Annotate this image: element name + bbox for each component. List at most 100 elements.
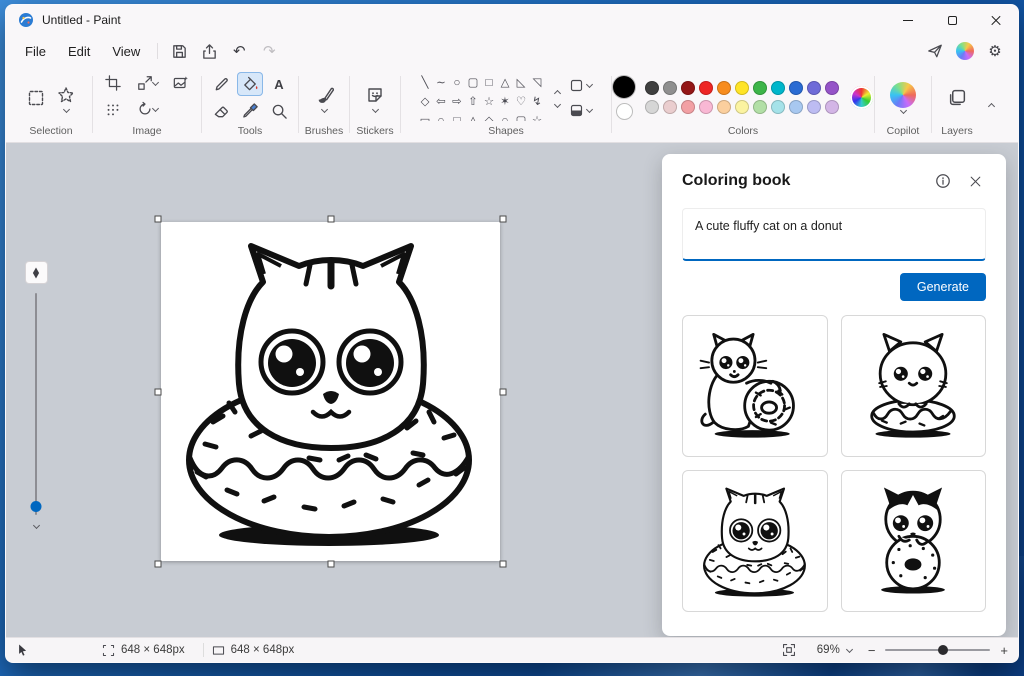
color-swatch[interactable] — [645, 100, 659, 114]
rotate-button[interactable] — [130, 97, 164, 121]
color-swatch[interactable] — [645, 81, 659, 95]
account-button[interactable] — [950, 38, 980, 64]
fill-tool-button[interactable] — [237, 72, 263, 96]
info-button[interactable] — [932, 170, 954, 192]
shape-option[interactable]: ▢ — [468, 78, 479, 90]
color-swatch[interactable] — [699, 81, 713, 95]
pencil-tool-button[interactable] — [208, 72, 234, 96]
generated-thumbnail-3[interactable] — [682, 470, 828, 612]
shape-option[interactable]: ○ — [454, 78, 461, 90]
selection-handle[interactable] — [327, 560, 334, 568]
generated-thumbnail-2[interactable] — [840, 315, 986, 457]
color-swatch[interactable] — [717, 100, 731, 114]
color-swatch[interactable] — [771, 100, 785, 114]
shape-option[interactable]: ▭ — [420, 116, 431, 121]
eraser-tool-button[interactable] — [208, 99, 234, 123]
shape-option[interactable]: ╲ — [422, 78, 429, 90]
undo-button[interactable]: ↶ — [224, 38, 254, 64]
color-swatch[interactable] — [753, 100, 767, 114]
layers-button[interactable] — [944, 86, 970, 110]
save-button[interactable] — [164, 38, 194, 64]
brushes-button[interactable] — [311, 83, 337, 107]
color-swatch[interactable] — [735, 81, 749, 95]
color-swatch[interactable] — [717, 81, 731, 95]
shape-option[interactable]: ⇨ — [452, 97, 462, 109]
close-button[interactable] — [974, 5, 1018, 35]
background-remove-button[interactable] — [168, 71, 194, 95]
zoom-in-button[interactable]: + — [1000, 643, 1008, 658]
color-swatch[interactable] — [681, 81, 695, 95]
shape-option[interactable]: △ — [469, 116, 478, 121]
shape-option[interactable]: ☆ — [532, 116, 542, 121]
ribbon-collapse-button[interactable] — [982, 94, 1000, 116]
shape-option[interactable]: ↯ — [532, 97, 542, 109]
color-swatch[interactable] — [699, 100, 713, 114]
redo-button[interactable]: ↷ — [254, 38, 284, 64]
color-swatch[interactable] — [789, 81, 803, 95]
shape-option[interactable]: ◹ — [533, 78, 542, 90]
zoom-level-dropdown[interactable]: 69% — [811, 642, 858, 658]
shape-option[interactable]: ◇ — [485, 116, 494, 121]
shape-option[interactable]: ⇧ — [468, 97, 478, 109]
background-color[interactable] — [615, 102, 633, 120]
shapes-scroll-up-icon[interactable] — [553, 89, 562, 98]
shapes-scrollbar[interactable] — [553, 88, 562, 109]
shapes-scroll-down-icon[interactable] — [553, 100, 562, 109]
selection-handle[interactable] — [154, 560, 162, 568]
menu-view[interactable]: View — [101, 39, 151, 64]
fit-to-screen-button[interactable] — [777, 640, 801, 660]
selection-handle[interactable] — [499, 560, 507, 568]
generated-thumbnail-1[interactable] — [682, 315, 828, 457]
selection-handle[interactable] — [154, 215, 162, 223]
shape-option[interactable]: △ — [501, 78, 510, 90]
shape-option[interactable]: ▢ — [516, 116, 527, 121]
color-swatch[interactable] — [807, 100, 821, 114]
color-swatch[interactable] — [789, 100, 803, 114]
color-swatch[interactable] — [771, 81, 785, 95]
color-swatch[interactable] — [825, 81, 839, 95]
color-swatch[interactable] — [663, 81, 677, 95]
menu-edit[interactable]: Edit — [57, 39, 101, 64]
foreground-color[interactable] — [613, 75, 635, 98]
shape-fill-button[interactable] — [566, 101, 595, 120]
shape-outline-button[interactable] — [566, 76, 595, 95]
copilot-button[interactable] — [890, 82, 916, 108]
color-wheel-button[interactable] — [850, 86, 873, 109]
size-slider-thumb[interactable] — [30, 501, 42, 512]
canvas[interactable] — [161, 222, 500, 561]
stickers-button[interactable] — [362, 83, 388, 107]
shape-option[interactable]: ✶ — [500, 97, 510, 109]
magnifier-tool-button[interactable] — [266, 99, 292, 123]
color-swatch[interactable] — [825, 100, 839, 114]
zoom-out-button[interactable]: − — [868, 643, 876, 658]
selection-handle[interactable] — [327, 215, 334, 223]
color-swatch[interactable] — [735, 100, 749, 114]
shape-option[interactable]: ○ — [438, 116, 445, 121]
menu-file[interactable]: File — [14, 39, 57, 64]
shape-option[interactable]: ◺ — [517, 78, 526, 90]
settings-button[interactable]: ⚙ — [980, 38, 1010, 64]
selection-handle[interactable] — [499, 215, 507, 223]
shape-option[interactable]: ○ — [502, 116, 509, 121]
share-button[interactable] — [194, 38, 224, 64]
color-picker-tool-button[interactable] — [237, 99, 263, 123]
generated-thumbnail-4[interactable] — [840, 470, 986, 612]
selection-dropdown-chevron-icon[interactable] — [62, 105, 70, 114]
zoom-slider[interactable] — [885, 645, 991, 655]
shape-option[interactable]: ⇦ — [436, 97, 446, 109]
shape-option[interactable]: ∼ — [436, 78, 446, 90]
zoom-slider-thumb[interactable] — [938, 645, 949, 655]
shape-option[interactable]: ♡ — [516, 97, 526, 109]
free-select-button[interactable] — [53, 83, 79, 107]
panel-close-button[interactable] — [964, 170, 986, 192]
shape-option[interactable]: ☆ — [484, 97, 494, 109]
size-slider-button[interactable] — [24, 261, 48, 284]
text-tool-button[interactable]: A — [266, 72, 292, 96]
generate-button[interactable]: Generate — [899, 273, 986, 301]
color-swatch[interactable] — [807, 81, 821, 95]
minimize-button[interactable] — [886, 5, 930, 35]
color-swatch[interactable] — [681, 100, 695, 114]
size-slider-track[interactable] — [30, 293, 42, 515]
canvas-options-button[interactable] — [100, 97, 126, 121]
rect-select-button[interactable] — [23, 86, 49, 110]
